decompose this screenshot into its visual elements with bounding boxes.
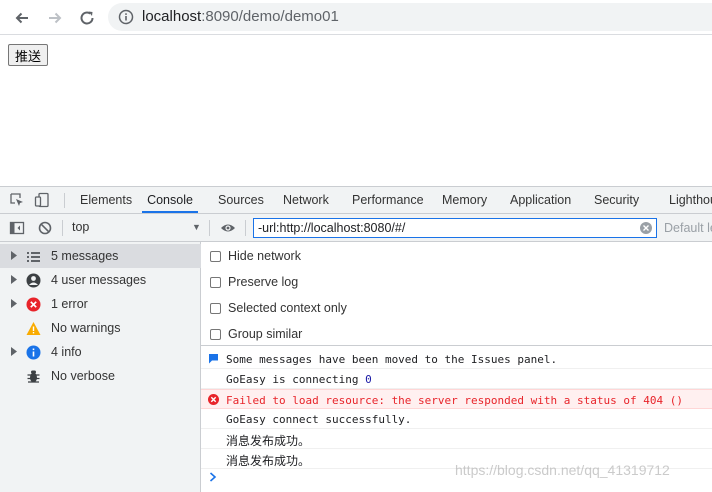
site-info-icon[interactable] [118,9,134,25]
message-text: 消息发布成功。 [226,434,311,448]
tab-elements[interactable]: Elements [80,187,132,213]
console-message[interactable]: Some messages have been moved to the Iss… [201,349,712,369]
url-text: localhost:8090/demo/demo01 [142,8,339,25]
sidebar-item-info[interactable]: 4 info [0,340,201,364]
console-message[interactable]: GoEasy is connecting 0 [201,369,712,389]
tab-console[interactable]: Console [142,187,198,213]
setting-preserve-log[interactable]: Preserve log [210,273,298,291]
message-text: GoEasy connect successfully. [226,413,412,426]
message-text: Some messages have been moved to the Iss… [226,353,558,366]
console-settings-panel: Hide network Preserve log Selected conte… [201,242,712,346]
console-error-message[interactable]: Failed to load resource: the server resp… [201,389,712,409]
message-number: 0 [365,373,372,386]
sidebar-item-user-messages[interactable]: 4 user messages [0,268,201,292]
sidebar-item-verbose[interactable]: No verbose [0,364,201,388]
expand-caret-icon[interactable] [11,251,17,260]
address-bar[interactable]: localhost:8090/demo/demo01 [108,3,712,31]
tab-lighthouse[interactable]: Lighthouse [669,187,712,213]
list-icon [27,252,40,262]
message-text: Failed to load resource: the server resp… [226,394,683,407]
setting-hide-network[interactable]: Hide network [210,247,301,265]
tab-performance[interactable]: Performance [352,187,424,213]
expand-caret-icon[interactable] [11,347,17,356]
hide-network-checkbox[interactable] [210,250,221,262]
back-button[interactable] [10,6,34,30]
user-icon [26,273,41,288]
selected-context-checkbox[interactable] [210,302,221,314]
reload-button[interactable] [75,6,99,30]
sidebar-item-label: No warnings [51,321,121,335]
sidebar-item-warnings[interactable]: No warnings [0,316,201,340]
toolbar-divider [209,220,210,236]
url-host: localhost [142,8,202,25]
setting-label: Selected context only [228,301,347,315]
console-message[interactable]: GoEasy connect successfully. [201,409,712,429]
toolbar-divider [62,220,63,236]
context-value: top [72,220,90,234]
preserve-log-checkbox[interactable] [210,276,221,288]
clear-console-icon[interactable] [37,220,53,236]
default-levels-dropdown[interactable]: Default levels [664,221,712,235]
sidebar-item-errors[interactable]: 1 error [0,292,201,316]
issues-flag-icon [209,354,218,364]
console-filter-input[interactable] [253,218,657,238]
expand-caret-icon[interactable] [11,299,17,308]
forward-button[interactable] [43,6,67,30]
devtools-panel: Elements Console Sources Network Perform… [0,186,712,492]
forward-arrow-icon [49,12,62,24]
dropdown-arrow-icon: ▼ [192,222,201,232]
sidebar-item-label: 4 user messages [51,273,147,287]
browser-toolbar: localhost:8090/demo/demo01 [0,0,712,35]
context-selector[interactable]: top ▼ [72,220,202,234]
sidebar-item-label: 1 error [51,297,88,311]
message-text: GoEasy is connecting 0 [226,373,372,386]
watermark: https://blog.csdn.net/qq_41319712 [455,462,670,478]
sidebar-toggle-icon[interactable] [9,220,25,236]
tab-security[interactable]: Security [594,187,639,213]
setting-label: Preserve log [228,275,299,289]
error-icon [26,297,41,312]
group-similar-checkbox[interactable] [210,328,221,340]
sidebar-item-messages[interactable]: 5 messages [0,244,201,268]
toolbar-divider [245,220,246,236]
warning-icon [26,322,41,335]
sidebar-item-label: 4 info [51,345,82,359]
message-text-part: GoEasy is connecting [226,373,366,386]
setting-group-similar[interactable]: Group similar [210,325,302,343]
tab-sources[interactable]: Sources [218,187,264,213]
error-icon [208,394,219,405]
tab-bar-divider [64,193,65,208]
tab-memory[interactable]: Memory [442,187,487,213]
sidebar-item-label: No verbose [51,369,115,383]
tab-network[interactable]: Network [283,187,329,213]
expand-caret-icon[interactable] [11,275,17,284]
reload-icon [80,11,94,25]
info-icon [26,345,41,360]
url-path: :8090/demo/demo01 [201,8,339,25]
console-message[interactable]: 消息发布成功。 [201,429,712,449]
console-toolbar: top ▼ Default levels [0,214,712,242]
live-expression-eye-icon[interactable] [220,221,236,235]
sidebar-item-label: 5 messages [51,249,119,263]
setting-selected-context-only[interactable]: Selected context only [210,299,347,317]
console-sidebar: 5 messages 4 user messages 1 error No wa… [0,242,201,492]
inspect-element-icon[interactable] [9,192,25,208]
push-button[interactable]: 推送 [8,44,49,66]
device-toolbar-icon[interactable] [34,192,50,208]
bug-icon [27,370,40,383]
message-text: 消息发布成功。 [226,454,311,468]
devtools-tab-bar: Elements Console Sources Network Perform… [0,187,712,214]
setting-label: Group similar [228,327,303,341]
tab-application[interactable]: Application [510,187,571,213]
setting-label: Hide network [228,249,301,263]
clear-filter-icon[interactable] [640,222,652,234]
console-prompt-icon[interactable] [209,472,217,482]
back-arrow-icon [15,12,28,24]
